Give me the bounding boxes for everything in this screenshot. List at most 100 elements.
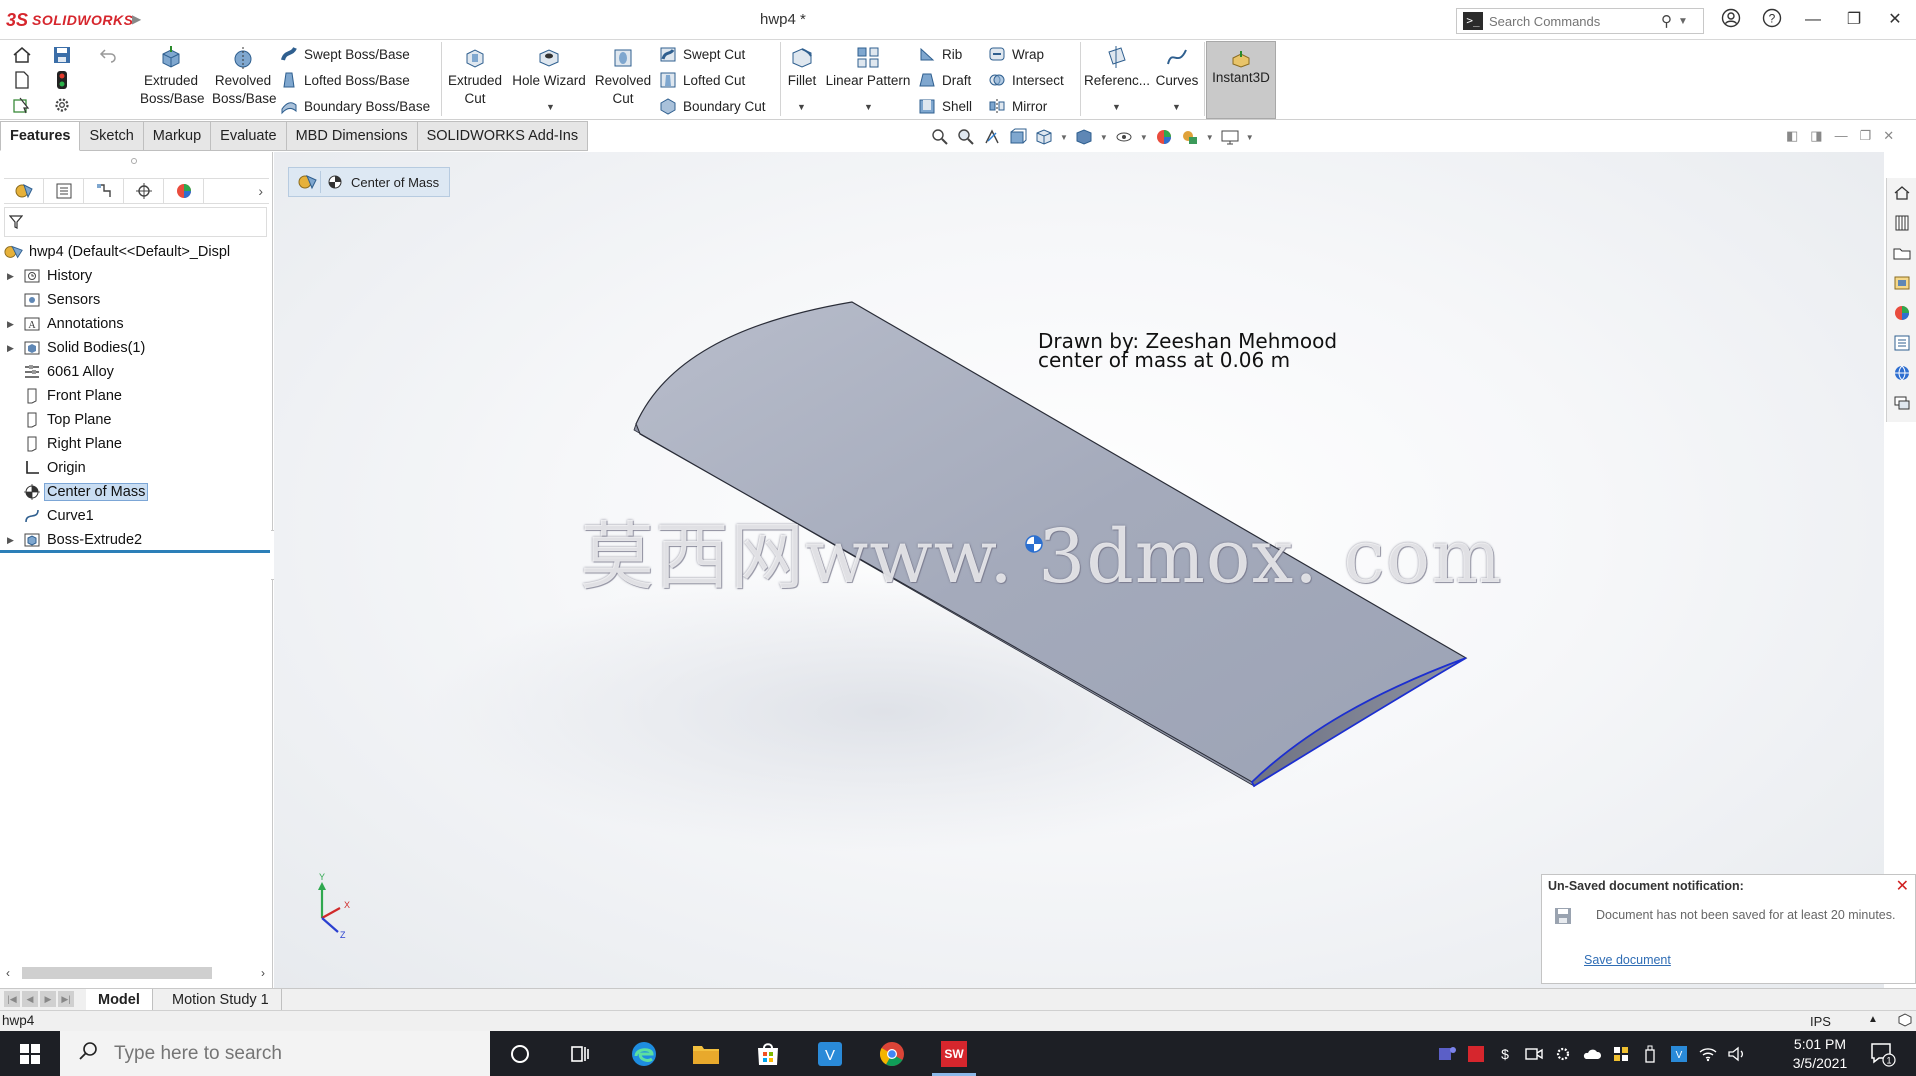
reference-geometry-button[interactable]: Referenc... — [1084, 44, 1150, 90]
file-explorer-icon[interactable] — [1887, 238, 1916, 268]
curves-dropdown-icon[interactable]: ▼ — [1172, 102, 1181, 112]
apply-scene-dropdown-icon[interactable]: ▼ — [1206, 133, 1214, 142]
solidworks-tray-icon[interactable] — [1465, 1043, 1487, 1065]
tab-solidworks-add-ins[interactable]: SOLIDWORKS Add-Ins — [417, 121, 589, 151]
restore-window-button[interactable]: ❐ — [1841, 8, 1867, 32]
volume-icon[interactable] — [1726, 1043, 1748, 1065]
first-tab-icon[interactable]: |◀ — [4, 991, 20, 1007]
usb-device-icon[interactable] — [1639, 1043, 1661, 1065]
meet-now-icon[interactable] — [1523, 1043, 1545, 1065]
tree-item-annotations[interactable]: ▶ A Annotations — [0, 312, 273, 336]
viewport-minimize-icon[interactable]: — — [1835, 128, 1848, 144]
notification-close-icon[interactable]: ✕ — [1896, 876, 1909, 896]
options-gear-icon[interactable] — [50, 94, 74, 116]
view-settings-dropdown-icon[interactable]: ▼ — [1246, 133, 1254, 142]
more-tabs-arrow-icon[interactable]: › — [258, 183, 269, 199]
tab-property-manager[interactable] — [44, 178, 84, 204]
edge-browser-icon[interactable] — [614, 1031, 674, 1076]
action-center-icon[interactable]: 1 — [1870, 1041, 1896, 1067]
tree-item-top-plane[interactable]: Top Plane — [0, 408, 273, 432]
next-tab-icon[interactable]: ▶ — [40, 991, 56, 1007]
appearances-scenes-icon[interactable] — [1887, 298, 1916, 328]
onedrive-icon[interactable] — [1581, 1043, 1603, 1065]
tree-item-sensors[interactable]: Sensors — [0, 288, 273, 312]
revolved-cut-button[interactable]: Revolved Cut — [594, 44, 652, 108]
taskbar-search-box[interactable] — [60, 1031, 490, 1076]
tab-motion-study-1[interactable]: Motion Study 1 — [160, 989, 282, 1011]
unit-system-caret-icon[interactable]: ▲ — [1868, 1014, 1878, 1025]
hole-wizard-dropdown-icon[interactable]: ▼ — [546, 102, 555, 112]
display-style-dropdown-icon[interactable]: ▼ — [1100, 133, 1108, 142]
extruded-cut-button[interactable]: Extruded Cut — [446, 44, 504, 108]
tree-item-front-plane[interactable]: Front Plane — [0, 384, 273, 408]
traffic-light-icon[interactable] — [50, 69, 74, 91]
rollback-bar[interactable] — [0, 550, 270, 553]
hide-show-items-icon[interactable] — [1114, 127, 1134, 147]
graphics-area[interactable]: Center of Mass Drawn by: Zeeshan Mehmood… — [274, 152, 1884, 988]
swept-boss-base-button[interactable]: Swept Boss/Base — [280, 43, 410, 65]
shell-button[interactable]: Shell — [918, 95, 972, 117]
minimize-window-button[interactable]: — — [1800, 8, 1826, 32]
intersect-button[interactable]: Intersect — [988, 69, 1064, 91]
visual-studio-code-icon[interactable]: V — [800, 1031, 860, 1076]
lofted-cut-button[interactable]: Lofted Cut — [659, 69, 745, 91]
expand-arrow-icon[interactable]: ▶ — [7, 343, 19, 354]
fillet-button[interactable]: Fillet — [782, 44, 822, 90]
tile-right-icon[interactable]: ◨ — [1810, 128, 1822, 144]
taskbar-clock[interactable]: 5:01 PM 3/5/2021 — [1780, 1035, 1860, 1073]
tab-feature-manager[interactable] — [4, 178, 44, 204]
previous-tab-icon[interactable]: ◀ — [22, 991, 38, 1007]
close-window-button[interactable]: ✕ — [1882, 8, 1908, 32]
edit-appearance-icon[interactable] — [1154, 127, 1174, 147]
tree-item-history[interactable]: ▶ History — [0, 264, 273, 288]
search-commands-box[interactable]: >_ ⚲ ▼ — [1456, 8, 1704, 34]
lofted-boss-base-button[interactable]: Lofted Boss/Base — [280, 69, 410, 91]
task-view-icon[interactable] — [550, 1031, 610, 1076]
tab-dimxpert-manager[interactable] — [124, 178, 164, 204]
wifi-icon[interactable] — [1697, 1043, 1719, 1065]
linear-pattern-dropdown-icon[interactable]: ▼ — [864, 102, 873, 112]
expand-arrow-icon[interactable]: ▶ — [7, 271, 19, 282]
tree-item-solid-bodies-1[interactable]: ▶ Solid Bodies(1) — [0, 336, 273, 360]
draft-button[interactable]: Draft — [918, 69, 971, 91]
undo-icon[interactable] — [96, 44, 120, 66]
solidworks-resources-icon[interactable] — [1887, 178, 1916, 208]
tab-configuration-manager[interactable] — [84, 178, 124, 204]
taskbar-search-input[interactable] — [114, 1042, 444, 1065]
swept-cut-button[interactable]: Swept Cut — [659, 43, 745, 65]
instant3d-button[interactable]: Instant3D — [1206, 41, 1276, 119]
display-style-icon[interactable] — [1074, 127, 1094, 147]
viewport-restore-icon[interactable]: ❐ — [1860, 128, 1872, 144]
tree-item-curve1[interactable]: Curve1 — [0, 504, 273, 528]
tree-root-part[interactable]: hwp4 (Default<<Default>_Displ — [0, 240, 273, 264]
design-library-icon[interactable] — [1887, 208, 1916, 238]
drawing-annotation[interactable]: Drawn by: Zeeshan Mehmood center of mass… — [1038, 331, 1337, 370]
curves-button[interactable]: Curves — [1152, 44, 1202, 90]
tab-mbd-dimensions[interactable]: MBD Dimensions — [286, 121, 418, 151]
save-icon[interactable] — [50, 44, 74, 66]
zoom-to-fit-icon[interactable] — [930, 127, 950, 147]
wrap-button[interactable]: Wrap — [988, 43, 1044, 65]
search-icon[interactable]: ⚲ — [1661, 12, 1672, 30]
cortana-icon[interactable] — [490, 1031, 550, 1076]
chrome-browser-icon[interactable] — [862, 1031, 922, 1076]
security-shield-icon[interactable] — [1610, 1043, 1632, 1065]
viewport-close-icon[interactable]: ✕ — [1883, 128, 1894, 144]
menu-expand-arrow-icon[interactable]: ▶ — [132, 12, 141, 26]
rib-button[interactable]: Rib — [918, 43, 962, 65]
section-view-icon[interactable] — [1008, 127, 1028, 147]
view-settings-icon[interactable] — [1220, 127, 1240, 147]
tab-markup[interactable]: Markup — [143, 121, 212, 151]
custom-properties-icon[interactable] — [1887, 328, 1916, 358]
select-icon[interactable] — [10, 94, 34, 116]
scrollbar-thumb[interactable] — [22, 967, 212, 979]
apply-scene-icon[interactable] — [1180, 127, 1200, 147]
search-commands-input[interactable] — [1489, 13, 1659, 29]
view-palette-icon[interactable] — [1887, 268, 1916, 298]
linear-pattern-button[interactable]: Linear Pattern — [824, 44, 912, 90]
expand-arrow-icon[interactable]: ▶ — [7, 319, 19, 330]
reference-dropdown-icon[interactable]: ▼ — [1112, 102, 1121, 112]
previous-view-icon[interactable] — [982, 127, 1002, 147]
view-orientation-dropdown-icon[interactable]: ▼ — [1060, 133, 1068, 142]
scroll-right-icon[interactable]: › — [261, 966, 265, 980]
